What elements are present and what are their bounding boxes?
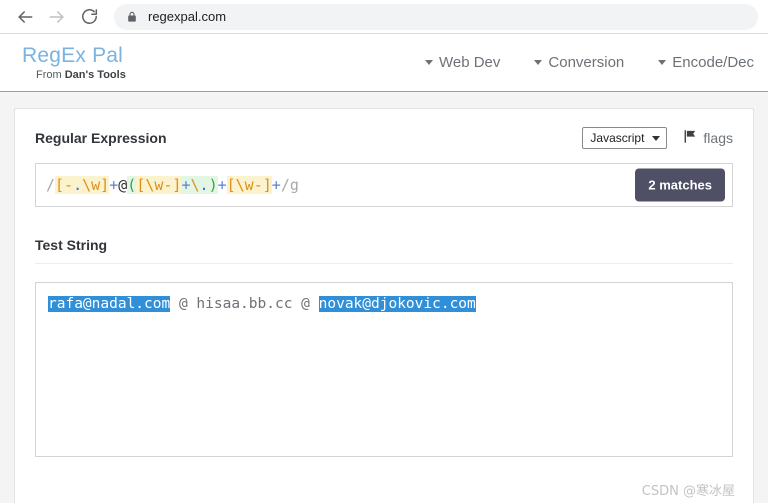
chevron-down-icon: [424, 60, 433, 65]
regex-section-header: Regular Expression Javascript flags: [35, 127, 733, 149]
page-viewport: RegEx Pal From Dan's Tools Web Dev Conve…: [0, 34, 768, 503]
regex-token: ): [208, 176, 218, 194]
nav-item-label: Web Dev: [438, 54, 501, 71]
address-bar[interactable]: regexpal.com: [114, 3, 758, 30]
regex-token: [-: [55, 176, 74, 194]
forward-arrow-icon: [47, 7, 67, 27]
test-string-header: Test String: [35, 237, 733, 264]
regex-header-controls: Javascript flags: [582, 127, 733, 149]
reload-icon: [80, 7, 99, 26]
back-arrow-icon: [15, 7, 35, 27]
regex-token: /: [46, 176, 56, 194]
regex-token: \: [190, 176, 200, 194]
forward-button[interactable]: [42, 2, 72, 32]
flags-label: flags: [703, 130, 733, 146]
regex-match-highlight: novak@djokovic.com: [318, 296, 476, 312]
test-string-title: Test String: [35, 237, 108, 253]
site-logo[interactable]: RegEx Pal From Dan's Tools: [22, 45, 126, 81]
nav-item-label: Encode/Dec: [672, 54, 754, 71]
lock-icon: [126, 10, 138, 24]
nav-item-conversion[interactable]: Conversion: [534, 54, 624, 71]
regex-token: .: [73, 176, 83, 194]
nav-item-label: Conversion: [548, 54, 625, 71]
regex-input[interactable]: /[-.\w]+@([\w-]+\.)+[\w-]+/g 2 matches: [35, 163, 733, 207]
reload-button[interactable]: [74, 2, 104, 32]
test-string-input[interactable]: rafa@nadal.com @ hisaa.bb.cc @ novak@djo…: [35, 282, 733, 457]
chevron-down-icon: [652, 135, 661, 141]
language-select-value: Javascript: [590, 131, 645, 145]
brand-sub-prefix: From: [36, 68, 65, 81]
regex-token: \w]: [82, 176, 110, 194]
regex-token: (: [127, 176, 137, 194]
language-select[interactable]: Javascript: [582, 127, 668, 149]
main-card: Regular Expression Javascript flags /[-.…: [14, 108, 754, 503]
page-title: Regular Expression: [35, 130, 167, 146]
url-text: regexpal.com: [148, 9, 227, 24]
regex-token: [\w-]: [136, 176, 182, 194]
regex-token: .: [199, 176, 209, 194]
back-button[interactable]: [10, 2, 40, 32]
nav-item-encode-decode[interactable]: Encode/Dec: [658, 54, 754, 71]
regex-token: @: [118, 176, 128, 194]
regex-token: +: [109, 176, 119, 194]
watermark: CSDN @寒冰屋: [641, 484, 735, 499]
test-string-plain: @ hisaa.bb.cc @: [170, 296, 319, 312]
flag-icon: [683, 129, 698, 147]
regex-token: /g: [280, 176, 299, 194]
chevron-down-icon: [534, 60, 543, 65]
browser-toolbar: regexpal.com: [0, 0, 768, 33]
site-header: RegEx Pal From Dan's Tools Web Dev Conve…: [0, 34, 768, 92]
brand-sub-strong: Dan's Tools: [64, 68, 126, 81]
site-nav: Web Dev Conversion Encode/Dec: [424, 54, 754, 71]
regex-token: +: [271, 176, 281, 194]
regex-token: +: [181, 176, 191, 194]
regex-pattern: /[-.\w]+@([\w-]+\.)+[\w-]+/g: [46, 176, 299, 194]
brand-subtitle: From Dan's Tools: [22, 68, 126, 81]
regex-token: [\w-]: [226, 176, 272, 194]
flags-button[interactable]: flags: [683, 129, 733, 147]
nav-item-web-dev[interactable]: Web Dev: [424, 54, 501, 71]
regex-token: +: [217, 176, 227, 194]
match-count-badge: 2 matches: [635, 168, 725, 202]
chevron-down-icon: [658, 60, 667, 65]
regex-match-highlight: rafa@nadal.com: [48, 296, 171, 312]
brand-title: RegEx Pal: [22, 43, 124, 67]
test-string-content: rafa@nadal.com @ hisaa.bb.cc @ novak@djo…: [48, 294, 720, 316]
